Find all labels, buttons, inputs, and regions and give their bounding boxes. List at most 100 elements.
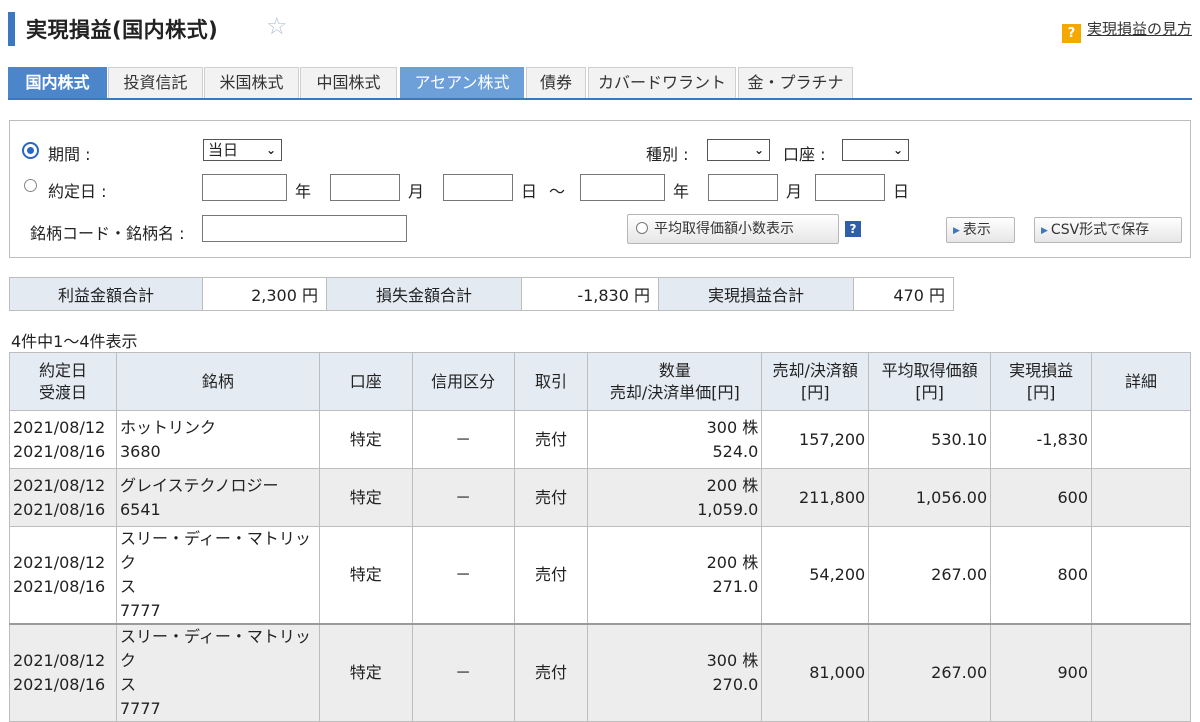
qty-cell: 200 株 1,059.0 xyxy=(587,468,763,527)
header-pl: 実現損益 xyxy=(1009,360,1074,380)
stock-name: スリー・ディー・マトリック xyxy=(119,529,311,572)
settle-date: 2021/08/16 xyxy=(13,577,106,596)
col-account: 口座 xyxy=(318,352,413,411)
tab-china-stock[interactable]: 中国株式 xyxy=(300,67,397,98)
qty: 200 株 xyxy=(706,553,759,572)
pl-cell: 800 xyxy=(990,526,1093,625)
star-icon[interactable]: ☆ xyxy=(266,14,288,38)
csv-button-label: CSV形式で保存 xyxy=(1050,222,1150,238)
stock-name: ホットリンク xyxy=(119,417,216,437)
trade-date-radio[interactable] xyxy=(24,179,37,192)
table-row: 2021/08/12 2021/08/16 スリー・ディー・マトリックス 7777 … xyxy=(9,623,1191,722)
account-label: 口座 : xyxy=(783,145,826,164)
qty: 300 株 xyxy=(706,417,759,437)
csv-save-button[interactable]: ▶ CSV形式で保存 xyxy=(1034,217,1182,243)
table-row: 2021/08/12 2021/08/16 スリー・ディー・マトリックス 7777 … xyxy=(9,526,1191,625)
detail-cell xyxy=(1091,468,1191,527)
credit-cell: － xyxy=(411,526,515,625)
tab-label: カバードワラント xyxy=(597,73,726,92)
stock-code: 6541 xyxy=(119,499,161,519)
table-row: 2021/08/12 2021/08/16 グレイステクノロジー 6541 特定 －… xyxy=(9,468,1191,527)
col-sale-amount: 売却/決済額 [円] xyxy=(761,352,870,411)
stock-code-input[interactable] xyxy=(202,215,407,242)
stock-cell: スリー・ディー・マトリックス 7777 xyxy=(115,623,320,722)
type-select[interactable]: ⌄ xyxy=(707,139,770,161)
radio-ring-icon xyxy=(636,222,648,234)
avg-cost-cell: 267.00 xyxy=(868,623,992,722)
search-panel: 期間 : 当日 ⌄ 種別 : ⌄ 口座 : ⌄ 約定日 : 年 月 日 ～ 年 月… xyxy=(9,120,1191,258)
year-label: 年 xyxy=(673,182,690,201)
tab-domestic-stock[interactable]: 国内株式 xyxy=(8,67,107,98)
triangle-right-icon: ▶ xyxy=(953,226,960,236)
header-sale: 売却/決済額 xyxy=(772,360,858,380)
result-count: 4件中1～4件表示 xyxy=(11,332,138,351)
tab-label: アセアン株式 xyxy=(414,73,510,92)
account-cell: 特定 xyxy=(318,410,413,469)
credit-cell: － xyxy=(411,468,515,527)
table-header-row: 約定日 受渡日 銘柄 口座 信用区分 取引 数量 売却/決済単価[円] 売却/決済額… xyxy=(9,352,1191,411)
loss-total-value: -1,830 円 xyxy=(521,277,659,311)
amount-cell: 54,200 xyxy=(761,526,870,625)
tab-us-stock[interactable]: 米国株式 xyxy=(204,67,299,98)
page-title: 実現損益(国内株式) xyxy=(26,18,219,42)
amount-cell: 211,800 xyxy=(761,468,870,527)
period-select[interactable]: 当日 ⌄ xyxy=(203,139,282,161)
header-settle-date: 受渡日 xyxy=(38,382,87,402)
header-avg-unit: [円] xyxy=(915,382,944,402)
table-row: 2021/08/12 2021/08/16 ホットリンク 3680 特定 － 売付 … xyxy=(9,410,1191,469)
tab-covered-warrant[interactable]: カバードワラント xyxy=(588,67,736,98)
triangle-right-icon: ▶ xyxy=(1041,226,1048,236)
unit-price: 270.0 xyxy=(712,675,759,694)
realized-total-value: 470 円 xyxy=(853,277,954,311)
help-link-label: 実現損益の見方 xyxy=(1086,20,1192,38)
avg-decimal-toggle-button[interactable]: 平均取得価額小数表示 xyxy=(627,214,839,244)
stock-cell: ホットリンク 3680 xyxy=(115,410,320,469)
trade-cell: 売付 xyxy=(513,623,589,722)
col-trade: 取引 xyxy=(513,352,589,411)
period-radio[interactable] xyxy=(22,142,39,159)
to-month-input[interactable] xyxy=(708,174,778,201)
profit-total-label: 利益金額合計 xyxy=(9,277,203,311)
col-name: 銘柄 xyxy=(115,352,320,411)
col-dates: 約定日 受渡日 xyxy=(9,352,117,411)
unit-price: 1,059.0 xyxy=(697,499,759,519)
tab-bonds[interactable]: 債券 xyxy=(526,67,586,98)
trade-cell: 売付 xyxy=(513,410,589,469)
show-button[interactable]: ▶ 表示 xyxy=(946,217,1015,243)
stock-code-label: 銘柄コード・銘柄名 : xyxy=(30,224,185,243)
from-year-input[interactable] xyxy=(202,174,287,201)
from-month-input[interactable] xyxy=(330,174,400,201)
col-credit: 信用区分 xyxy=(411,352,515,411)
show-button-label: 表示 xyxy=(962,222,991,238)
to-year-input[interactable] xyxy=(580,174,665,201)
col-qty: 数量 売却/決済単価[円] xyxy=(587,352,763,411)
stock-name: スリー・ディー・マトリック xyxy=(119,627,311,670)
to-day-input[interactable] xyxy=(815,174,885,201)
trade-date-label: 約定日 : xyxy=(48,182,107,201)
settle-date: 2021/08/16 xyxy=(13,441,106,461)
account-select[interactable]: ⌄ xyxy=(842,139,909,161)
account-cell: 特定 xyxy=(318,526,413,625)
month-label: 月 xyxy=(786,182,803,201)
settle-date: 2021/08/16 xyxy=(13,499,106,519)
detail-cell xyxy=(1091,410,1191,469)
tab-investment-trust[interactable]: 投資信託 xyxy=(108,67,203,98)
date-cell: 2021/08/12 2021/08/16 xyxy=(9,468,117,527)
avg-cost-cell: 267.00 xyxy=(868,526,992,625)
header-pl-unit: [円] xyxy=(1026,382,1056,402)
qty-cell: 300 株 270.0 xyxy=(587,623,763,722)
title-bar: 実現損益(国内株式) ☆ ? 実現損益の見方 xyxy=(8,8,1192,48)
amount-cell: 157,200 xyxy=(761,410,870,469)
help-icon[interactable]: ? xyxy=(845,221,861,237)
tab-gold-platinum[interactable]: 金・プラチナ xyxy=(738,67,853,98)
settle-date: 2021/08/16 xyxy=(13,675,106,694)
qty: 200 株 xyxy=(706,475,759,495)
realized-total-label: 実現損益合計 xyxy=(658,277,854,311)
col-detail: 詳細 xyxy=(1091,352,1191,411)
detail-cell xyxy=(1091,526,1191,625)
from-day-input[interactable] xyxy=(443,174,513,201)
help-link[interactable]: ? 実現損益の見方 xyxy=(1061,18,1192,43)
help-icon: ? xyxy=(1061,24,1081,43)
tab-asean-stock[interactable]: アセアン株式 xyxy=(400,67,524,98)
credit-cell: － xyxy=(411,623,515,722)
